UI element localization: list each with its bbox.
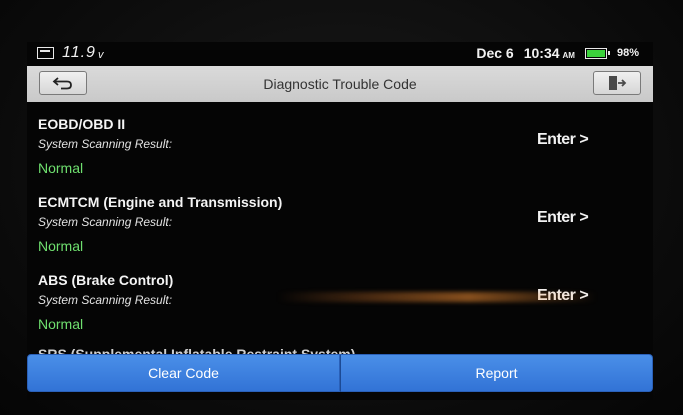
- report-button[interactable]: Report: [340, 354, 653, 392]
- scan-result-value: Normal: [38, 160, 84, 176]
- device-screen: 11.9 v Dec 6 10:34 AM 98% Diagnostic Tro…: [27, 42, 653, 400]
- enter-button[interactable]: Enter >: [537, 287, 589, 305]
- status-right: Dec 6 10:34 AM 98%: [476, 45, 639, 61]
- battery-percent: 98%: [616, 47, 639, 59]
- status-ampm: AM: [562, 50, 575, 60]
- title-bar: Diagnostic Trouble Code: [27, 66, 653, 102]
- system-row[interactable]: ABS (Brake Control) System Scanning Resu…: [27, 258, 653, 336]
- car-battery-icon: [37, 47, 54, 59]
- page-title: Diagnostic Trouble Code: [263, 76, 417, 92]
- status-bar: 11.9 v Dec 6 10:34 AM 98%: [27, 42, 653, 64]
- system-row[interactable]: EOBD/OBD II System Scanning Result: Norm…: [27, 102, 653, 180]
- system-list: EOBD/OBD II System Scanning Result: Norm…: [27, 102, 653, 336]
- exit-button[interactable]: [593, 71, 641, 95]
- scan-result-value: Normal: [38, 316, 84, 332]
- voltage-unit: v: [97, 49, 104, 61]
- voltage-value: 11.9: [62, 44, 96, 61]
- system-row[interactable]: ECMTCM (Engine and Transmission) System …: [27, 180, 653, 258]
- enter-button[interactable]: Enter >: [537, 209, 589, 227]
- battery-icon: [584, 47, 610, 59]
- voltage-readout: 11.9 v: [37, 44, 103, 62]
- system-name: ECMTCM (Engine and Transmission): [38, 194, 283, 210]
- status-time: 10:34: [523, 45, 560, 61]
- enter-button[interactable]: Enter >: [537, 131, 589, 149]
- scan-result-label: System Scanning Result:: [38, 215, 173, 229]
- scan-result-label: System Scanning Result:: [38, 137, 173, 151]
- battery-fill: [586, 49, 605, 57]
- device-frame: 11.9 v Dec 6 10:34 AM 98% Diagnostic Tro…: [0, 0, 683, 415]
- action-bar: Clear Code Report: [27, 354, 653, 392]
- system-name: EOBD/OBD II: [38, 116, 126, 132]
- system-name: ABS (Brake Control): [38, 272, 174, 288]
- scan-result-value: Normal: [38, 238, 84, 254]
- scan-result-label: System Scanning Result:: [38, 293, 173, 307]
- clear-code-button[interactable]: Clear Code: [27, 354, 340, 392]
- status-date: Dec 6: [476, 45, 514, 61]
- exit-door-icon: [609, 76, 627, 90]
